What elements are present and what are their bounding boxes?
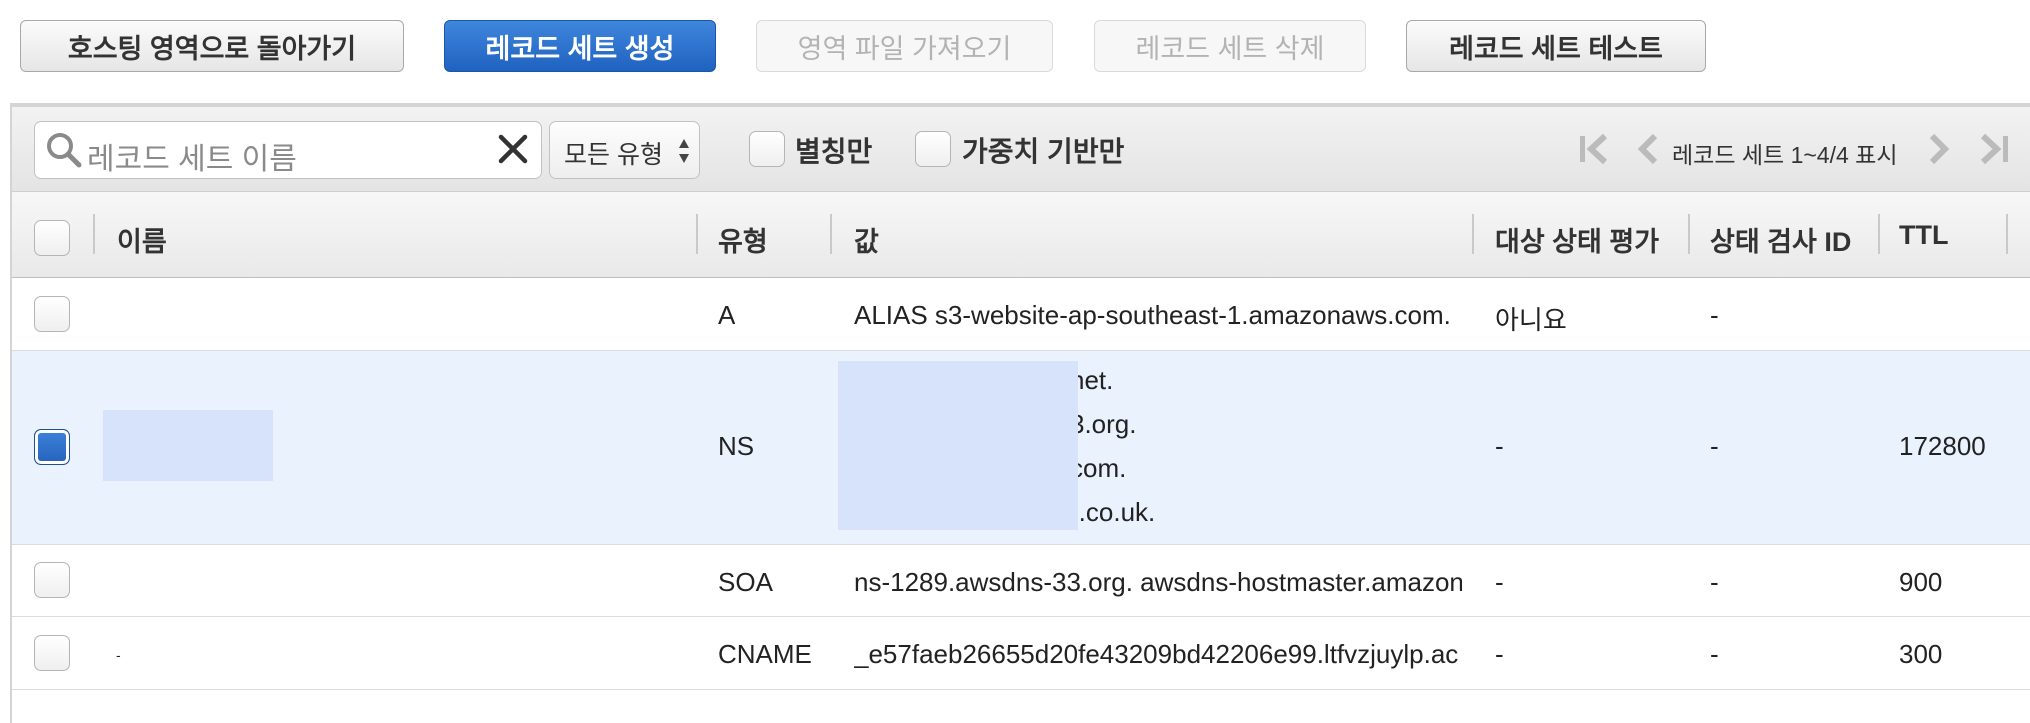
column-header-value[interactable]: 값 <box>854 220 879 259</box>
evaluate-target-health: - <box>1495 567 1504 597</box>
record-type: SOA <box>718 567 773 597</box>
alias-only-label: 별칭만 <box>795 136 873 167</box>
ns-value-line: ).co.uk. <box>1070 497 1156 527</box>
record-type: CNAME <box>718 639 812 669</box>
health-check-id: - <box>1710 431 1719 461</box>
back-to-hosted-zones-button[interactable]: 호스팅 영역으로 돌아가기 <box>20 20 404 72</box>
record-name: - <box>116 647 121 663</box>
delete-record-set-button[interactable]: 레코드 세트 삭제 <box>1094 20 1366 72</box>
column-header-name[interactable]: 이름 <box>117 220 167 259</box>
column-header-type[interactable]: 유형 <box>718 220 768 259</box>
record-type-select-value: 모든 유형 <box>564 141 663 169</box>
ns-value-line: com. <box>1070 453 1127 483</box>
previous-page-icon[interactable] <box>1636 132 1660 171</box>
record-type: NS <box>718 431 755 461</box>
health-check-id: - <box>1710 567 1719 597</box>
create-record-set-button[interactable]: 레코드 세트 생성 <box>444 20 716 72</box>
column-divider <box>1878 214 1880 254</box>
evaluate-target-health: - <box>1495 639 1504 669</box>
pagination-status: 레코드 세트 1~4/4 표시 <box>1672 142 1898 168</box>
test-record-set-button[interactable]: 레코드 세트 테스트 <box>1406 20 1706 72</box>
row-checkbox[interactable] <box>34 429 70 465</box>
select-all-checkbox[interactable] <box>34 220 70 256</box>
weighted-only-checkbox[interactable] <box>915 131 951 167</box>
record-value: _e57faeb26655d20fe43209bd42206e99.ltfvzj… <box>854 639 1459 669</box>
first-page-icon[interactable] <box>1577 132 1609 171</box>
import-zone-file-button[interactable]: 영역 파일 가져오기 <box>756 20 1053 72</box>
search-placeholder: 레코드 세트 이름 <box>87 143 297 176</box>
column-divider <box>830 214 832 254</box>
last-page-icon[interactable] <box>1979 132 2011 171</box>
table-row[interactable]: NS net. 3.org. com. ).co.uk. - - 172800 <box>12 351 2030 545</box>
row-checkbox[interactable] <box>34 635 70 671</box>
sort-updown-icon <box>677 136 691 171</box>
record-ttl: 300 <box>1899 639 1943 669</box>
column-divider <box>1472 214 1474 254</box>
table-row[interactable]: A ALIAS s3-website-ap-southeast-1.amazon… <box>12 278 2030 351</box>
column-header-evaluate-target-health[interactable]: 대상 상태 평가 <box>1495 220 1659 259</box>
row-checkbox[interactable] <box>34 562 70 598</box>
column-header-ttl[interactable]: TTL <box>1899 220 1948 251</box>
table-row[interactable]: - CNAME _e57faeb26655d20fe43209bd42206e9… <box>12 617 2030 690</box>
search-icon <box>45 131 83 174</box>
redacted-value <box>838 361 1078 530</box>
health-check-id: - <box>1710 639 1719 669</box>
table-header: 이름 유형 값 대상 상태 평가 상태 검사 ID TTL <box>12 192 2030 278</box>
column-divider <box>1688 214 1690 254</box>
row-checkbox[interactable] <box>34 296 70 332</box>
record-value: ALIAS s3-website-ap-southeast-1.amazonaw… <box>854 300 1451 330</box>
health-check-id: - <box>1710 300 1719 330</box>
filter-toolbar: 레코드 세트 이름 모든 유형 별칭만 가중치 기반만 레코드 세트 1~4/4… <box>12 107 2030 192</box>
column-divider <box>2006 214 2008 254</box>
table-row[interactable]: SOA ns-1289.awsdns-33.org. awsdns-hostma… <box>12 545 2030 617</box>
evaluate-target-health: - <box>1495 431 1504 461</box>
weighted-only-label: 가중치 기반만 <box>962 136 1125 167</box>
evaluate-target-health: 아니요 <box>1495 305 1567 335</box>
ns-value-line: 3.org. <box>1070 409 1137 439</box>
record-value: ns-1289.awsdns-33.org. awsdns-hostmaster… <box>854 567 1462 597</box>
record-type: A <box>718 300 736 330</box>
alias-only-checkbox[interactable] <box>749 131 785 167</box>
redacted-name <box>103 410 273 481</box>
record-type-select[interactable]: 모든 유형 <box>549 121 700 179</box>
column-header-health-check-id[interactable]: 상태 검사 ID <box>1710 220 1851 259</box>
record-sets-panel: 레코드 세트 이름 모든 유형 별칭만 가중치 기반만 레코드 세트 1~4/4… <box>10 103 2030 723</box>
column-divider <box>696 214 698 254</box>
record-ttl: 172800 <box>1899 431 1986 461</box>
next-page-icon[interactable] <box>1927 132 1951 171</box>
record-ttl: 900 <box>1899 567 1943 597</box>
column-divider <box>93 214 95 254</box>
clear-search-icon[interactable] <box>495 131 531 172</box>
search-input[interactable]: 레코드 세트 이름 <box>34 121 542 179</box>
